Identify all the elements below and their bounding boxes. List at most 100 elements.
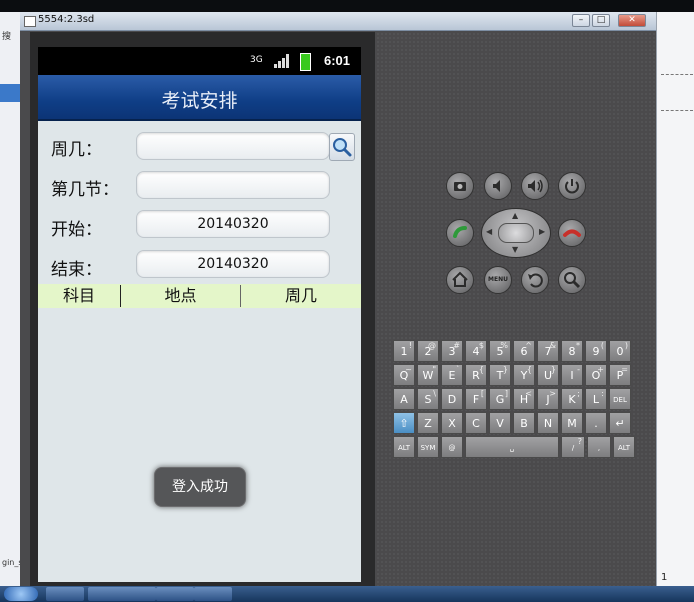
line-number: 1 — [661, 572, 668, 583]
start-button[interactable] — [4, 587, 38, 601]
end-call-button[interactable] — [558, 219, 586, 247]
key-row1-7[interactable]: 8 * — [561, 340, 583, 362]
key-row4-5[interactable]: B — [513, 412, 535, 434]
key-row4-6[interactable]: N — [537, 412, 559, 434]
weekday-input[interactable] — [136, 132, 330, 160]
key-alt-label: } — [502, 365, 508, 374]
taskbar-app-4[interactable] — [156, 587, 194, 601]
key-label: 0 — [616, 345, 624, 358]
network-type: 3G — [250, 55, 263, 65]
key-row2-8[interactable]: O + — [585, 364, 607, 386]
key-row3-5[interactable]: H < — [513, 388, 535, 410]
key-alt-label: & — [549, 341, 556, 350]
key-row2-7[interactable]: I- — [561, 364, 583, 386]
key-row3-3[interactable]: F[ — [465, 388, 487, 410]
camera-button[interactable] — [446, 172, 474, 200]
dpad[interactable]: ▲ ▼ ◀ ▶ — [481, 208, 551, 258]
key-row4-0[interactable]: ⇧ — [393, 412, 415, 434]
key-row5-1[interactable]: SYM — [417, 436, 439, 458]
key-row1-6[interactable]: 7 & — [537, 340, 559, 362]
start-date-input[interactable]: 20140320 — [136, 210, 330, 238]
dpad-right-icon[interactable]: ▶ — [539, 227, 545, 236]
key-row5-5[interactable]: , — [587, 436, 611, 458]
key-row5-3[interactable]: ␣ — [465, 436, 559, 458]
taskbar-app-3[interactable] — [118, 587, 156, 601]
key-row3-1[interactable]: S \ — [417, 388, 439, 410]
key-row1-2[interactable]: 3 # — [441, 340, 463, 362]
column-header-weekday: 周几 — [284, 286, 317, 305]
key-row3-0[interactable]: A — [393, 388, 415, 410]
key-row2-5[interactable]: Y{ — [513, 364, 535, 386]
key-label: 9 — [592, 345, 600, 358]
end-date-input[interactable]: 20140320 — [136, 250, 330, 278]
key-row2-9[interactable]: P = — [609, 364, 631, 386]
key-alt-label: " — [432, 365, 436, 374]
power-icon — [565, 179, 579, 194]
dpad-up-icon[interactable]: ▲ — [512, 211, 518, 220]
key-row5-0[interactable]: ALT — [393, 436, 415, 458]
taskbar-app-5[interactable] — [194, 587, 232, 601]
left-panel-selected-row[interactable] — [0, 84, 20, 102]
key-row5-4[interactable]: /? — [561, 436, 585, 458]
key-row5-2[interactable]: @ — [441, 436, 463, 458]
volume-up-button[interactable] — [521, 172, 549, 200]
key-row2-0[interactable]: Q ~ — [393, 364, 415, 386]
key-row2-1[interactable]: W " — [417, 364, 439, 386]
key-row3-9[interactable]: DEL — [609, 388, 631, 410]
key-row2-4[interactable]: T} — [489, 364, 511, 386]
minimize-button[interactable]: – — [572, 14, 590, 27]
key-row1-8[interactable]: 9( — [585, 340, 607, 362]
key-alt-label: } — [550, 365, 556, 374]
key-row4-1[interactable]: Z — [417, 412, 439, 434]
key-row1-3[interactable]: 4 $ — [465, 340, 487, 362]
search-hardware-button[interactable] — [558, 266, 586, 294]
key-row1-5[interactable]: 6 ^ — [513, 340, 535, 362]
key-row4-8[interactable]: . — [585, 412, 607, 434]
phone-screen: 3G 6:01 考试安排 周几： 第几节： 开始： 20140320 结束： 2… — [38, 47, 361, 582]
key-alt-label: - — [577, 365, 580, 374]
key-row3-8[interactable]: L: — [585, 388, 607, 410]
dpad-center-button[interactable] — [498, 223, 534, 243]
key-label: G — [495, 393, 505, 406]
key-row2-3[interactable]: R{ — [465, 364, 487, 386]
key-row5-6[interactable]: ALT — [613, 436, 635, 458]
taskbar-app-1[interactable] — [46, 587, 84, 601]
key-label: 1 — [400, 345, 408, 358]
power-button[interactable] — [558, 172, 586, 200]
key-row3-7[interactable]: K; — [561, 388, 583, 410]
key-row1-1[interactable]: 2 @ — [417, 340, 439, 362]
key-row1-9[interactable]: 0) — [609, 340, 631, 362]
period-label: 第几节： — [51, 180, 119, 200]
key-row4-9[interactable]: ↵ — [609, 412, 631, 434]
key-label: V — [496, 417, 504, 430]
key-row2-6[interactable]: U} — [537, 364, 559, 386]
key-row4-4[interactable]: V — [489, 412, 511, 434]
key-row2-2[interactable]: E ` — [441, 364, 463, 386]
key-row1-4[interactable]: 5% — [489, 340, 511, 362]
end-label: 结束： — [51, 260, 102, 280]
dpad-down-icon[interactable]: ▼ — [512, 245, 518, 254]
home-button[interactable] — [446, 266, 474, 294]
maximize-button[interactable]: □ — [592, 14, 610, 27]
key-label: S — [424, 393, 432, 406]
search-button[interactable] — [329, 133, 355, 161]
call-button[interactable] — [446, 219, 474, 247]
back-button[interactable] — [521, 266, 549, 294]
volume-down-button[interactable] — [484, 172, 512, 200]
key-row3-6[interactable]: J > — [537, 388, 559, 410]
key-row4-2[interactable]: X — [441, 412, 463, 434]
key-row4-7[interactable]: M — [561, 412, 583, 434]
weekday-label: 周几： — [51, 140, 102, 160]
key-row1-0[interactable]: 1! — [393, 340, 415, 362]
key-label: DEL — [613, 396, 627, 404]
key-row3-2[interactable]: D — [441, 388, 463, 410]
key-alt-label: ? — [577, 437, 582, 446]
key-label: / — [571, 444, 575, 452]
period-input[interactable] — [136, 171, 330, 199]
key-label: A — [400, 393, 408, 406]
menu-button[interactable]: MENU — [484, 266, 512, 294]
key-row4-3[interactable]: C — [465, 412, 487, 434]
key-row3-4[interactable]: G] — [489, 388, 511, 410]
dpad-left-icon[interactable]: ◀ — [486, 227, 492, 236]
close-button[interactable]: ✕ — [618, 14, 646, 27]
